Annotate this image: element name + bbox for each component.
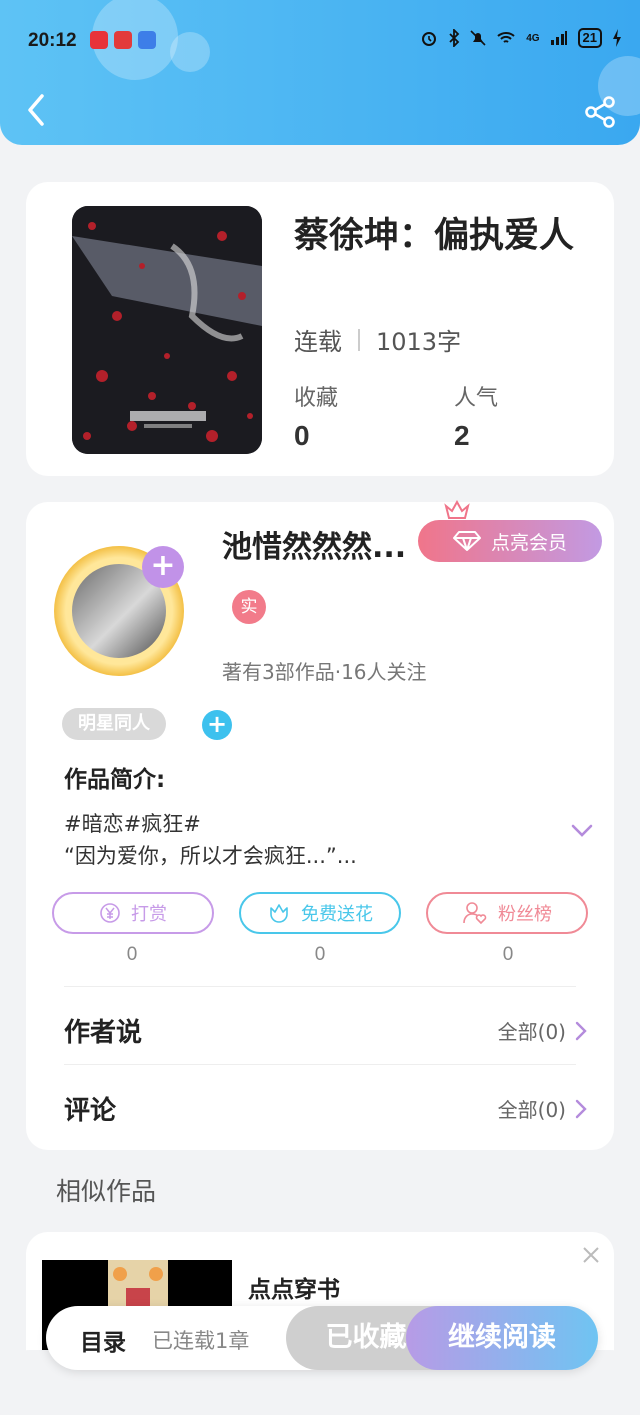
mute-icon <box>470 30 486 46</box>
serial-status: 连载 <box>294 328 342 356</box>
network-type: 4G <box>526 32 540 44</box>
word-count: 1013字 <box>376 328 462 356</box>
divider <box>64 986 576 987</box>
author-says-all-link[interactable]: 全部(0) <box>498 1016 588 1045</box>
add-tag-button[interactable]: + <box>202 710 232 740</box>
share-icon[interactable] <box>582 94 618 130</box>
flower-count: 0 <box>314 944 326 965</box>
send-flower-label: 免费送花 <box>301 904 373 925</box>
book-info-card: 蔡徐坤：偏执爱人 连载 1013字 收藏 0 人气 2 <box>26 182 614 476</box>
book-status-line: 连载 1013字 <box>294 322 461 357</box>
genre-tag[interactable]: 明星同人 <box>62 708 166 740</box>
status-time: 20:12 <box>28 30 77 51</box>
chapter-count[interactable]: 已连载1章 <box>152 1325 249 1355</box>
divider <box>64 1064 576 1065</box>
intro-hashtags: #暗恋#疯狂# <box>64 812 201 836</box>
continue-reading-button[interactable]: 继续阅读 <box>406 1306 598 1370</box>
author-says-all-label: 全部(0) <box>497 1020 566 1044</box>
author-details-card: + 池惜然然然... 点亮会员 实 著有3部作品·16人关注 明星同人 + 作品… <box>26 500 614 1150</box>
vip-button-label: 点亮会员 <box>490 531 567 554</box>
similar-work-title[interactable]: 点点穿书 <box>248 1270 340 1304</box>
back-icon[interactable] <box>22 92 52 128</box>
close-icon[interactable] <box>582 1246 600 1264</box>
book-cover-image[interactable] <box>72 206 262 454</box>
app-notification-icon <box>114 31 132 49</box>
divider <box>358 328 360 351</box>
author-name[interactable]: 池惜然然然... <box>222 522 406 566</box>
flower-icon <box>270 904 288 923</box>
fan-count: 0 <box>502 944 514 965</box>
table-of-contents-button[interactable]: 目录 <box>80 1323 126 1357</box>
chevron-right-icon <box>575 1099 587 1118</box>
favorites-value: 0 <box>294 420 310 451</box>
author-says-title[interactable]: 作者说 <box>64 1012 142 1049</box>
similar-works-heading: 相似作品 <box>56 1177 157 1206</box>
diamond-icon <box>452 531 481 551</box>
intro-heading: 作品简介: <box>64 767 166 793</box>
app-notification-icon <box>138 31 156 49</box>
top-header: 20:12 4G 21 <box>0 0 640 145</box>
battery-indicator: 21 <box>577 28 602 48</box>
status-app-icons <box>90 31 156 49</box>
yen-coin-icon <box>100 903 120 923</box>
intro-text: “因为爱你，所以才会疯狂...”... <box>64 844 357 868</box>
bottom-action-bar: 目录 已连载1章 已收藏 继续阅读 <box>46 1306 598 1370</box>
fan-ranking-label: 粉丝榜 <box>498 904 552 925</box>
send-flower-button[interactable]: 免费送花 <box>239 892 401 934</box>
verified-badge: 实 <box>232 590 266 624</box>
bluetooth-icon <box>449 29 460 47</box>
comments-all-link[interactable]: 全部(0) <box>498 1094 588 1123</box>
status-indicators: 4G 21 <box>420 28 622 48</box>
user-heart-icon <box>463 902 487 925</box>
author-meta: 著有3部作品·16人关注 <box>222 660 427 684</box>
tip-button[interactable]: 打赏 <box>52 892 214 934</box>
charging-icon <box>613 29 621 47</box>
book-title: 蔡徐坤：偏执爱人 <box>294 216 575 256</box>
decor-bubble <box>170 32 210 72</box>
chevron-down-icon[interactable] <box>570 820 594 840</box>
tip-label: 打赏 <box>131 904 167 925</box>
signal-icon <box>550 31 567 45</box>
comments-title[interactable]: 评论 <box>64 1090 116 1127</box>
crown-icon <box>444 500 470 519</box>
fan-ranking-button[interactable]: 粉丝榜 <box>426 892 588 934</box>
chevron-right-icon <box>575 1021 587 1040</box>
favorites-label: 收藏 <box>294 386 339 411</box>
comments-all-label: 全部(0) <box>497 1098 566 1122</box>
tip-count: 0 <box>126 944 138 965</box>
popularity-value: 2 <box>454 420 470 451</box>
activate-vip-button[interactable]: 点亮会员 <box>418 520 602 562</box>
follow-author-button[interactable]: + <box>142 546 184 588</box>
app-notification-icon <box>90 31 108 49</box>
wifi-icon <box>497 32 515 43</box>
popularity-label: 人气 <box>454 386 499 411</box>
alarm-icon <box>422 32 437 46</box>
